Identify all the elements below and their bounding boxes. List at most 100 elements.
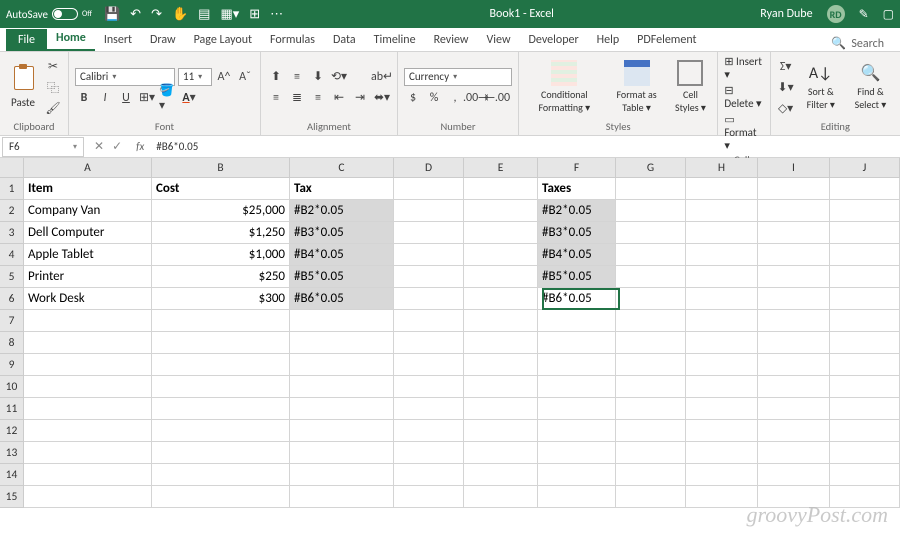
align-bottom-icon[interactable]: ⬇: [309, 68, 327, 86]
cell-J11[interactable]: [830, 398, 900, 420]
row-header-8[interactable]: 8: [0, 332, 24, 354]
fill-color-icon[interactable]: 🪣▾: [159, 89, 177, 107]
tab-review[interactable]: Review: [425, 29, 478, 51]
number-format-select[interactable]: Currency▾: [404, 68, 512, 86]
insert-cells-button[interactable]: ⊞ Insert ▾: [724, 55, 763, 81]
cell-I1[interactable]: [758, 178, 830, 200]
cell-G5[interactable]: [616, 266, 686, 288]
cell-J1[interactable]: [830, 178, 900, 200]
wrap-text-icon[interactable]: ab↵: [373, 68, 391, 86]
cell-F9[interactable]: [538, 354, 616, 376]
cell-H6[interactable]: [686, 288, 758, 310]
cell-G4[interactable]: [616, 244, 686, 266]
row-header-11[interactable]: 11: [0, 398, 24, 420]
more-icon[interactable]: ⋯: [270, 7, 283, 22]
cell-I14[interactable]: [758, 464, 830, 486]
fill-icon[interactable]: ⬇▾: [777, 78, 795, 96]
shrink-font-icon[interactable]: Aˇ: [236, 68, 254, 86]
col-header-E[interactable]: E: [464, 158, 538, 178]
cell-D2[interactable]: [394, 200, 464, 222]
cell-J9[interactable]: [830, 354, 900, 376]
cell-B14[interactable]: [152, 464, 290, 486]
cell-F11[interactable]: [538, 398, 616, 420]
clear-icon[interactable]: ◇▾: [777, 99, 795, 117]
cell-D1[interactable]: [394, 178, 464, 200]
cell-B6[interactable]: $300: [152, 288, 290, 310]
cell-A5[interactable]: Printer: [24, 266, 152, 288]
cell-E7[interactable]: [464, 310, 538, 332]
cell-C14[interactable]: [290, 464, 394, 486]
cell-J8[interactable]: [830, 332, 900, 354]
tab-pdfelement[interactable]: PDFelement: [628, 29, 705, 51]
cell-E6[interactable]: [464, 288, 538, 310]
cell-B8[interactable]: [152, 332, 290, 354]
cell-C15[interactable]: [290, 486, 394, 508]
cell-A10[interactable]: [24, 376, 152, 398]
cell-F3[interactable]: #B3*0.05: [538, 222, 616, 244]
cell-C1[interactable]: Tax: [290, 178, 394, 200]
row-header-5[interactable]: 5: [0, 266, 24, 288]
cell-J2[interactable]: [830, 200, 900, 222]
tab-help[interactable]: Help: [588, 29, 629, 51]
cell-B2[interactable]: $25,000: [152, 200, 290, 222]
cell-B3[interactable]: $1,250: [152, 222, 290, 244]
format-painter-icon[interactable]: 🖌: [44, 99, 62, 117]
cell-C4[interactable]: #B4*0.05: [290, 244, 394, 266]
cell-G1[interactable]: [616, 178, 686, 200]
comma-icon[interactable]: ,: [446, 89, 464, 107]
tab-home[interactable]: Home: [47, 27, 95, 51]
cell-D15[interactable]: [394, 486, 464, 508]
cell-F4[interactable]: #B4*0.05: [538, 244, 616, 266]
row-header-10[interactable]: 10: [0, 376, 24, 398]
cell-H10[interactable]: [686, 376, 758, 398]
cell-H8[interactable]: [686, 332, 758, 354]
col-header-F[interactable]: F: [538, 158, 616, 178]
italic-button[interactable]: I: [96, 89, 114, 107]
merge-icon[interactable]: ⬌▾: [373, 89, 391, 107]
percent-icon[interactable]: %: [425, 89, 443, 107]
cell-A11[interactable]: [24, 398, 152, 420]
cell-E11[interactable]: [464, 398, 538, 420]
align-middle-icon[interactable]: ≡: [288, 68, 306, 86]
col-header-D[interactable]: D: [394, 158, 464, 178]
tab-timeline[interactable]: Timeline: [365, 29, 425, 51]
col-header-I[interactable]: I: [758, 158, 830, 178]
cell-I12[interactable]: [758, 420, 830, 442]
paste-button[interactable]: Paste: [6, 64, 40, 111]
cell-D11[interactable]: [394, 398, 464, 420]
copy-icon[interactable]: ⿻: [44, 78, 62, 96]
save-icon[interactable]: 💾: [104, 7, 120, 22]
tab-view[interactable]: View: [477, 29, 519, 51]
cell-G12[interactable]: [616, 420, 686, 442]
cell-E14[interactable]: [464, 464, 538, 486]
ribbon-options-icon[interactable]: ▢: [883, 7, 894, 22]
row-header-1[interactable]: 1: [0, 178, 24, 200]
select-all-corner[interactable]: [0, 158, 24, 178]
font-color-icon[interactable]: A▾: [180, 89, 198, 107]
cell-A12[interactable]: [24, 420, 152, 442]
cell-E9[interactable]: [464, 354, 538, 376]
font-size-select[interactable]: 11▾: [178, 68, 212, 86]
cell-I4[interactable]: [758, 244, 830, 266]
cell-C12[interactable]: [290, 420, 394, 442]
row-header-15[interactable]: 15: [0, 486, 24, 508]
cell-I2[interactable]: [758, 200, 830, 222]
cell-E8[interactable]: [464, 332, 538, 354]
cell-G15[interactable]: [616, 486, 686, 508]
cell-H14[interactable]: [686, 464, 758, 486]
currency-icon[interactable]: $: [404, 89, 422, 107]
row-header-7[interactable]: 7: [0, 310, 24, 332]
bold-button[interactable]: B: [75, 89, 93, 107]
cell-I10[interactable]: [758, 376, 830, 398]
cell-D12[interactable]: [394, 420, 464, 442]
row-header-13[interactable]: 13: [0, 442, 24, 464]
draw-mode-icon[interactable]: ✎: [859, 7, 869, 22]
grow-font-icon[interactable]: A^: [215, 68, 233, 86]
cell-B7[interactable]: [152, 310, 290, 332]
cell-G8[interactable]: [616, 332, 686, 354]
cell-A14[interactable]: [24, 464, 152, 486]
col-header-G[interactable]: G: [616, 158, 686, 178]
touch-mode-icon[interactable]: ✋: [172, 7, 188, 22]
cell-I5[interactable]: [758, 266, 830, 288]
cell-D10[interactable]: [394, 376, 464, 398]
